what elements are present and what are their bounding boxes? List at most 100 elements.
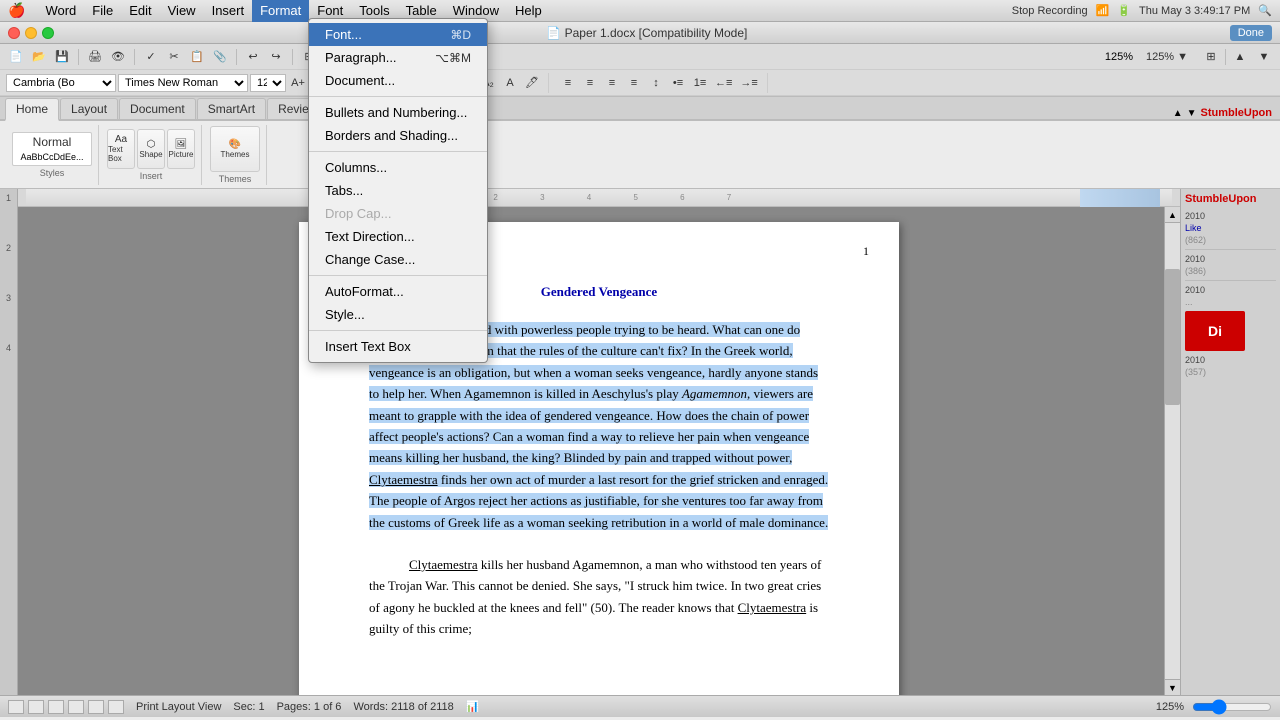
menu-item-insert-text-box[interactable]: Insert Text Box <box>309 335 487 358</box>
menu-item-borders[interactable]: Borders and Shading... <box>309 124 487 147</box>
menu-item-autoformat[interactable]: AutoFormat... <box>309 280 487 303</box>
bullets-btn[interactable]: •≡ <box>668 73 688 93</box>
stumbleupon-label: StumbleUpon <box>1201 107 1273 119</box>
sep3 <box>236 49 237 65</box>
font-family-select[interactable]: Cambria (Bo <box>6 74 116 92</box>
stop-recording-btn[interactable]: Stop Recording <box>1012 5 1088 17</box>
menu-item-font[interactable]: Font... ⌘D <box>309 23 487 46</box>
menu-item-style[interactable]: Style... <box>309 303 487 326</box>
shape-btn[interactable]: ⬡ Shape <box>137 129 165 169</box>
scroll-track[interactable] <box>1165 223 1180 679</box>
page-number: 1 <box>863 242 869 261</box>
undo-btn[interactable]: ↩ <box>243 47 263 67</box>
pages-label: Pages: 1 of 6 <box>277 701 342 713</box>
ribbon-tabs-bar: Home Layout Document SmartArt Review ▲ ▼… <box>0 97 1280 121</box>
menubar-format[interactable]: Format <box>252 0 309 22</box>
right-sidebar: StumbleUpon 2010 Like (862) 2010 (386) 2… <box>1180 189 1280 695</box>
menu-item-bullets[interactable]: Bullets and Numbering... <box>309 101 487 124</box>
font-grow-btn[interactable]: A+ <box>288 73 308 93</box>
expand-ribbon-btn[interactable]: ▼ <box>1187 108 1197 119</box>
view-btn-2[interactable] <box>28 700 44 714</box>
redo-btn[interactable]: ↪ <box>266 47 286 67</box>
save-btn[interactable]: 💾 <box>52 47 72 67</box>
new-doc-btn[interactable]: 📄 <box>6 47 26 67</box>
menu-item-dropcap: Drop Cap... <box>309 202 487 225</box>
menubar-word[interactable]: Word <box>37 0 84 22</box>
view-btn-5[interactable] <box>88 700 104 714</box>
scroll-down-arrow[interactable]: ▼ <box>1165 679 1180 695</box>
menu-item-textdirection[interactable]: Text Direction... <box>309 225 487 248</box>
tab-home[interactable]: Home <box>5 98 59 121</box>
numbering-btn[interactable]: 1≡ <box>690 73 710 93</box>
view-btn-1[interactable] <box>8 700 24 714</box>
tab-document[interactable]: Document <box>119 98 196 119</box>
cut-btn[interactable]: ✂ <box>164 47 184 67</box>
justify-btn[interactable]: ≡ <box>624 73 644 93</box>
copy-btn[interactable]: 📋 <box>187 47 207 67</box>
sidebar-like[interactable]: Like <box>1185 223 1276 233</box>
themes-btn[interactable]: 🎨 Themes <box>210 126 260 172</box>
themes-label: Themes <box>221 150 250 159</box>
v-scrollbar: ▲ ▼ <box>1164 207 1180 695</box>
zoom-fit-btn[interactable]: ⊞ <box>1201 47 1221 67</box>
tab-smartart[interactable]: SmartArt <box>197 98 266 119</box>
menu-item-columns[interactable]: Columns... <box>309 156 487 179</box>
print-btn[interactable]: 🖨 <box>85 47 105 67</box>
menu-item-tabs[interactable]: Tabs... <box>309 179 487 202</box>
scroll-down-btn[interactable]: ▼ <box>1254 47 1274 67</box>
highlight-btn[interactable]: 🖊 <box>522 73 542 93</box>
menubar-help[interactable]: Help <box>507 0 550 22</box>
collapse-ribbon-btn[interactable]: ▲ <box>1173 108 1183 119</box>
scroll-up-btn[interactable]: ▲ <box>1230 47 1250 67</box>
tab-layout[interactable]: Layout <box>60 98 118 119</box>
decrease-indent-btn[interactable]: ←≡ <box>712 73 735 93</box>
menu-sep-1 <box>309 96 487 97</box>
apple-menu-icon[interactable]: 🍎 <box>8 2 25 19</box>
menubar-view[interactable]: View <box>160 0 204 22</box>
format-dropdown-menu: Font... ⌘D Paragraph... ⌥⌘M Document... … <box>308 18 488 363</box>
text-box-btn[interactable]: Aa Text Box <box>107 129 135 169</box>
agamemnon-italic: Agamemnon <box>682 386 747 401</box>
titlebar: 📄 Paper 1.docx [Compatibility Mode] Done <box>0 22 1280 44</box>
open-btn[interactable]: 📂 <box>29 47 49 67</box>
zoom-slider[interactable] <box>1192 699 1272 715</box>
battery-icon: 🔋 <box>1117 4 1131 17</box>
done-button[interactable]: Done <box>1230 25 1272 41</box>
sep2 <box>134 49 135 65</box>
view-btn-3[interactable] <box>48 700 64 714</box>
window-title: 📄 Paper 1.docx [Compatibility Mode] <box>64 26 1230 40</box>
search-menubar-icon[interactable]: 🔍 <box>1258 4 1272 17</box>
menubar-edit[interactable]: Edit <box>121 0 159 22</box>
menu-item-document[interactable]: Document... <box>309 69 487 92</box>
font-size-select[interactable]: 12 <box>250 74 286 92</box>
minimize-button[interactable] <box>25 27 37 39</box>
stumbleupon-logo[interactable]: Di <box>1185 311 1245 351</box>
view-btn-6[interactable] <box>108 700 124 714</box>
word-count-icon[interactable]: 📊 <box>466 700 480 713</box>
maximize-button[interactable] <box>42 27 54 39</box>
zoom-select[interactable]: 125% ▼ <box>1137 47 1197 67</box>
increase-indent-btn[interactable]: →≡ <box>737 73 760 93</box>
align-right-btn[interactable]: ≡ <box>602 73 622 93</box>
menu-item-changecase[interactable]: Change Case... <box>309 248 487 271</box>
align-center-btn[interactable]: ≡ <box>580 73 600 93</box>
align-left-btn[interactable]: ≡ <box>558 73 578 93</box>
paste-btn[interactable]: 📎 <box>210 47 230 67</box>
spell-check-btn[interactable]: ✓ <box>141 47 161 67</box>
preview-btn[interactable]: 👁 <box>108 47 128 67</box>
scroll-up-arrow[interactable]: ▲ <box>1165 207 1180 223</box>
picture-btn[interactable]: 🖼 Picture <box>167 129 195 169</box>
menubar-insert[interactable]: Insert <box>204 0 253 22</box>
font-family-select2[interactable]: Times New Roman <box>118 74 248 92</box>
scroll-thumb[interactable] <box>1165 269 1180 406</box>
close-button[interactable] <box>8 27 20 39</box>
font-color-btn[interactable]: A <box>500 73 520 93</box>
menu-item-paragraph[interactable]: Paragraph... ⌥⌘M <box>309 46 487 69</box>
styles-group: Normal AaBbCcDdEe... Styles <box>6 125 99 185</box>
line-spacing-btn[interactable]: ↕ <box>646 73 666 93</box>
normal-style-btn[interactable]: Normal AaBbCcDdEe... <box>12 132 92 166</box>
sidebar-year-1: 2010 <box>1185 211 1276 221</box>
menubar-file[interactable]: File <box>84 0 121 22</box>
view-btn-4[interactable] <box>68 700 84 714</box>
picture-icon: 🖼 <box>175 139 188 150</box>
